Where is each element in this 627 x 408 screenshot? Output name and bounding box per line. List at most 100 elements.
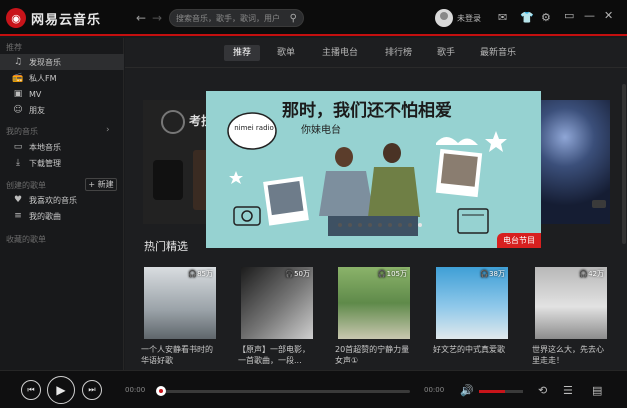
play-count: 🎧105万: [377, 270, 407, 278]
scrollbar[interactable]: [622, 84, 626, 244]
play-count: 🎧85万: [188, 270, 213, 278]
tab-charts[interactable]: 排行榜: [376, 45, 421, 61]
repeat-icon[interactable]: ⟲: [538, 384, 547, 397]
avatar[interactable]: [435, 9, 453, 27]
playlist-caption[interactable]: 世界这么大，先去心里走走！: [532, 344, 610, 366]
playlist-caption[interactable]: 好文艺的中式真爱歌: [433, 344, 511, 355]
sidebar-item-label: 下载管理: [29, 158, 61, 168]
app-name: 网易云音乐: [31, 12, 102, 28]
playlist-card[interactable]: 🎧105万 20首超赞的宁静力量女声①: [335, 267, 413, 366]
tab-recommend[interactable]: 推荐: [224, 45, 261, 61]
playlist-cover[interactable]: 🎧105万: [338, 267, 410, 339]
progress-knob[interactable]: [156, 386, 166, 396]
previous-button[interactable]: ⏮: [21, 380, 41, 400]
netease-music-logo-icon: ◉: [6, 8, 26, 28]
sidebar-item-my-songs[interactable]: ≡ 我的歌曲: [0, 208, 124, 224]
carousel-dots: [338, 223, 422, 227]
slide-play-icon: [592, 200, 606, 208]
tab-artists[interactable]: 歌手: [428, 45, 464, 61]
carousel-dot[interactable]: [348, 223, 352, 227]
playlist-caption[interactable]: 一个人安静看书时的华语好歌: [141, 344, 219, 366]
music-note-icon: ♫: [13, 57, 23, 67]
play-button[interactable]: ▶: [47, 376, 75, 404]
sidebar-item-label: 私人FM: [29, 73, 57, 83]
playlist-card[interactable]: 🎧38万 好文艺的中式真爱歌: [433, 267, 511, 355]
chevron-right-icon[interactable]: ›: [106, 125, 110, 135]
playlist-queue-icon[interactable]: ☰: [563, 384, 573, 397]
playlist-cover[interactable]: 🎧42万: [535, 267, 607, 339]
tab-bar: 推荐 歌单 主播电台 排行榜 歌手 最新音乐: [125, 38, 627, 68]
playlist-caption[interactable]: 20首超赞的宁静力量女声①: [335, 344, 413, 366]
sidebar-item-label: 本地音乐: [29, 142, 61, 152]
carousel-dot[interactable]: [368, 223, 372, 227]
forward-arrow-icon[interactable]: →: [152, 11, 162, 25]
sidebar-item-downloads[interactable]: ⤓ 下载管理: [0, 155, 124, 171]
sidebar: 推荐 ♫ 发现音乐 📻 私人FM ▣ MV ☺ 朋友 我的音乐 › ▭ 本地音乐…: [0, 38, 124, 370]
playlist-icon: ≡: [14, 211, 22, 221]
section-title-collected: 收藏的歌单: [6, 235, 46, 244]
tab-playlists[interactable]: 歌单: [268, 45, 304, 61]
heart-icon: ♥: [13, 195, 23, 205]
carousel-dot-active[interactable]: [418, 223, 422, 227]
banner-next-slide[interactable]: [535, 100, 610, 224]
mail-icon[interactable]: ✉: [498, 11, 507, 24]
sidebar-item-liked[interactable]: ♥ 我喜欢的音乐: [0, 192, 124, 208]
sidebar-item-local-music[interactable]: ▭ 本地音乐: [0, 139, 124, 155]
progress-bar[interactable]: [156, 386, 410, 396]
sidebar-item-label: 我喜欢的音乐: [29, 195, 77, 205]
tab-radio[interactable]: 主播电台: [313, 45, 367, 61]
playlist-cover[interactable]: 🎧85万: [144, 267, 216, 339]
search-icon[interactable]: ⚲: [290, 13, 297, 24]
play-count: 🎧42万: [579, 270, 604, 278]
sidebar-item-label: 我的歌曲: [29, 211, 61, 221]
sidebar-item-discover[interactable]: ♫ 发现音乐: [0, 54, 124, 70]
close-icon[interactable]: ✕: [604, 9, 613, 22]
sidebar-item-label: MV: [29, 89, 42, 99]
carousel-dot[interactable]: [398, 223, 402, 227]
playlist-card[interactable]: 🎧85万 一个人安静看书时的华语好歌: [141, 267, 219, 366]
sidebar-item-friends[interactable]: ☺ 朋友: [0, 102, 124, 118]
friends-icon: ☺: [13, 105, 23, 115]
carousel-dot[interactable]: [408, 223, 412, 227]
main-content: 推荐 歌单 主播电台 排行榜 歌手 最新音乐 考拉 那时，我们还不怕相爱 你妹电…: [125, 38, 627, 370]
playlist-card[interactable]: 🎧50万 【原声】一部电影，一首歌曲，一段...: [238, 267, 316, 366]
banner-prev-slide[interactable]: 考拉: [143, 100, 213, 224]
search-box[interactable]: ⚲: [169, 9, 304, 27]
sidebar-item-mv[interactable]: ▣ MV: [0, 86, 124, 102]
playlist-cover[interactable]: 🎧50万: [241, 267, 313, 339]
app-logo[interactable]: ◉ 网易云音乐: [6, 8, 101, 28]
minimize-icon[interactable]: —: [584, 9, 595, 22]
sidebar-item-fm[interactable]: 📻 私人FM: [0, 70, 124, 86]
login-status[interactable]: 未登录: [457, 13, 481, 24]
section-title-created: 创建的歌单: [6, 181, 46, 190]
mini-mode-icon[interactable]: ▭: [564, 9, 574, 22]
nimei-radio-logo: nimei radio: [234, 124, 274, 132]
volume-fill: [479, 390, 506, 393]
playlist-card[interactable]: 🎧42万 世界这么大，先去心里走走！: [532, 267, 610, 366]
lyrics-icon[interactable]: ▤: [592, 384, 602, 397]
search-input[interactable]: [176, 13, 286, 23]
new-playlist-button[interactable]: + 新建: [85, 178, 117, 191]
hot-picks-title: 热门精选: [144, 240, 188, 253]
volume-icon[interactable]: 🔊: [460, 384, 474, 397]
skin-shirt-icon[interactable]: 👕: [520, 11, 534, 24]
carousel-dot[interactable]: [358, 223, 362, 227]
koala-logo-icon: [161, 110, 185, 134]
back-arrow-icon[interactable]: ←: [136, 11, 146, 25]
carousel-dot[interactable]: [388, 223, 392, 227]
playlist-cover[interactable]: 🎧38万: [436, 267, 508, 339]
radio-program-badge: 电台节目: [497, 233, 541, 248]
carousel-dot[interactable]: [338, 223, 342, 227]
section-title-recommend: 推荐: [6, 43, 22, 52]
settings-gear-icon[interactable]: ⚙: [541, 11, 551, 24]
banner-subtitle: 你妹电台: [301, 125, 341, 136]
tab-new-music[interactable]: 最新音乐: [471, 45, 525, 61]
player-bar: ⏮ ▶ ⏭ 00:00 00:00 🔊 ⟲ ☰ ▤: [0, 370, 627, 408]
carousel-dot[interactable]: [378, 223, 382, 227]
sidebar-item-label: 朋友: [29, 105, 45, 115]
volume-slider[interactable]: [479, 390, 523, 393]
playlist-caption[interactable]: 【原声】一部电影，一首歌曲，一段...: [238, 344, 316, 366]
section-title-my-music: 我的音乐: [6, 127, 38, 136]
play-count: 🎧38万: [480, 270, 505, 278]
next-button[interactable]: ⏭: [82, 380, 102, 400]
